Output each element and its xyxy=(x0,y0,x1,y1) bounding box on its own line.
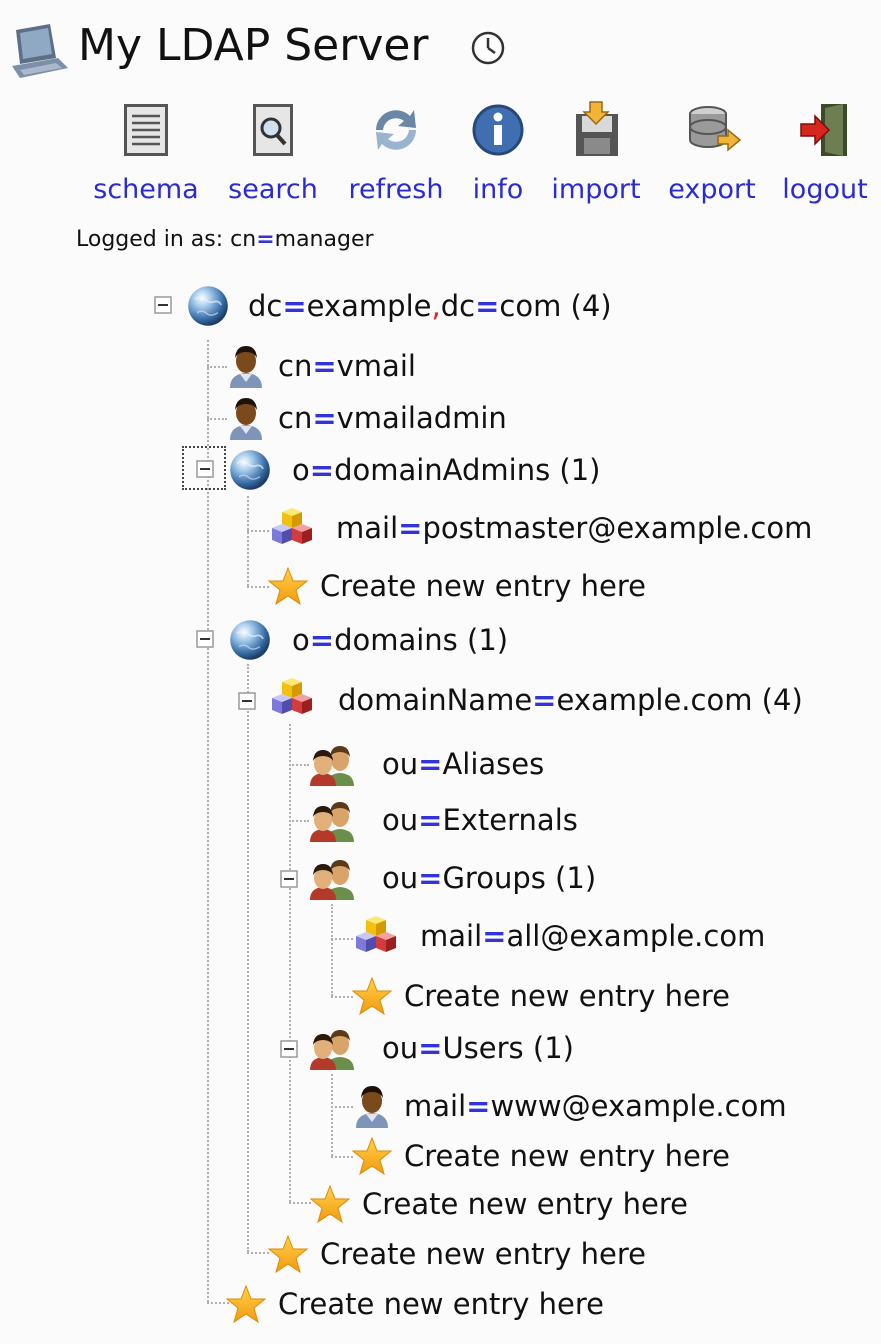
tree-connector xyxy=(247,496,249,586)
collapse-toggle-icon[interactable] xyxy=(280,1040,298,1058)
logged-in-status: Logged in as: cn=manager xyxy=(76,224,374,256)
refresh-icon xyxy=(376,110,416,150)
create-entry-link[interactable]: Create new entry here xyxy=(320,566,646,606)
tree-connector xyxy=(247,586,269,588)
tree-connector xyxy=(289,1202,311,1204)
create-entry-link[interactable]: Create new entry here xyxy=(278,1284,604,1324)
clock-icon[interactable] xyxy=(470,30,506,66)
collapse-toggle-icon[interactable] xyxy=(196,630,214,648)
tree-connector xyxy=(247,1252,269,1254)
star-icon xyxy=(310,1184,350,1224)
tree-connector xyxy=(331,1156,353,1158)
export-icon xyxy=(689,106,742,152)
tree-node-vmailadmin[interactable]: cn=vmailadmin xyxy=(278,398,507,438)
group-icon xyxy=(310,742,358,786)
info-icon xyxy=(472,104,524,156)
create-entry-link[interactable]: Create new entry here xyxy=(320,1234,646,1274)
search-icon xyxy=(253,104,293,156)
server-computer-icon xyxy=(10,22,72,80)
tree-connector xyxy=(289,764,309,766)
group-icon xyxy=(310,1026,358,1070)
logout-icon xyxy=(800,104,847,156)
search-button[interactable]: search xyxy=(220,100,326,206)
import-button[interactable]: import xyxy=(544,100,648,206)
star-icon xyxy=(268,566,308,606)
export-label: export xyxy=(668,174,756,205)
tree-node-groups[interactable]: ou=Groups (1) xyxy=(382,858,596,898)
collapse-toggle-icon[interactable] xyxy=(196,460,214,478)
tree-node-www[interactable]: mail=www@example.com xyxy=(404,1086,787,1126)
logged-in-prefix: Logged in as: xyxy=(76,227,231,252)
logout-button[interactable]: logout xyxy=(776,100,874,206)
schema-label: schema xyxy=(93,174,199,205)
tree-connector xyxy=(247,530,269,532)
create-entry-link[interactable]: Create new entry here xyxy=(404,1136,730,1176)
globe-icon xyxy=(186,284,230,328)
person-icon xyxy=(226,396,266,440)
cubes-icon xyxy=(352,916,400,960)
tree-node-externals[interactable]: ou=Externals xyxy=(382,800,578,840)
star-icon xyxy=(352,1136,392,1176)
tree-node-postmaster[interactable]: mail=postmaster@example.com xyxy=(336,508,812,548)
tree-connector xyxy=(207,418,227,420)
tree-connector xyxy=(331,996,353,998)
cubes-icon xyxy=(268,508,316,552)
tree-connector xyxy=(331,1074,333,1156)
import-icon xyxy=(576,101,618,156)
create-entry-link[interactable]: Create new entry here xyxy=(362,1184,688,1224)
tree-node-users[interactable]: ou=Users (1) xyxy=(382,1028,574,1068)
tree-node-domainname[interactable]: domainName=example.com (4) xyxy=(338,680,803,720)
tree-node-domains[interactable]: o=domains (1) xyxy=(292,620,508,660)
search-label: search xyxy=(228,174,318,205)
star-icon xyxy=(226,1284,266,1324)
tree-connector xyxy=(331,904,333,996)
refresh-button[interactable]: refresh xyxy=(342,100,450,206)
info-button[interactable]: info xyxy=(466,100,530,206)
refresh-label: refresh xyxy=(348,174,444,205)
schema-icon xyxy=(124,104,168,156)
tree-node-vmail[interactable]: cn=vmail xyxy=(278,346,416,386)
tree-node-root[interactable]: dc=example,dc=com (4) xyxy=(248,286,612,326)
tree-node-aliases[interactable]: ou=Aliases xyxy=(382,744,544,784)
person-icon xyxy=(226,344,266,388)
group-icon xyxy=(310,856,358,900)
create-entry-link[interactable]: Create new entry here xyxy=(404,976,730,1016)
logged-in-user: manager xyxy=(274,227,374,252)
equals-sign: = xyxy=(256,227,275,252)
tree-connector xyxy=(247,664,249,1252)
page-title: My LDAP Server xyxy=(78,20,429,71)
collapse-toggle-icon[interactable] xyxy=(154,296,172,314)
tree-node-domainadmins[interactable]: o=domainAdmins (1) xyxy=(292,450,601,490)
schema-button[interactable]: schema xyxy=(90,100,202,206)
cubes-icon xyxy=(268,678,316,722)
info-label: info xyxy=(472,174,524,205)
logged-in-attr: cn xyxy=(230,227,257,252)
person-icon xyxy=(352,1084,392,1128)
globe-icon xyxy=(228,618,272,662)
logout-label: logout xyxy=(782,174,868,205)
tree-connector xyxy=(289,724,291,1202)
star-icon xyxy=(352,976,392,1016)
tree-node-all[interactable]: mail=all@example.com xyxy=(420,916,765,956)
group-icon xyxy=(310,798,358,842)
collapse-toggle-icon[interactable] xyxy=(238,692,256,710)
tree-connector xyxy=(289,820,309,822)
export-button[interactable]: export xyxy=(662,100,762,206)
tree-connector xyxy=(331,1106,353,1108)
star-icon xyxy=(268,1234,308,1274)
import-label: import xyxy=(551,174,641,205)
tree-connector xyxy=(207,366,227,368)
tree-connector xyxy=(331,938,353,940)
collapse-toggle-icon[interactable] xyxy=(280,870,298,888)
globe-icon xyxy=(228,448,272,492)
